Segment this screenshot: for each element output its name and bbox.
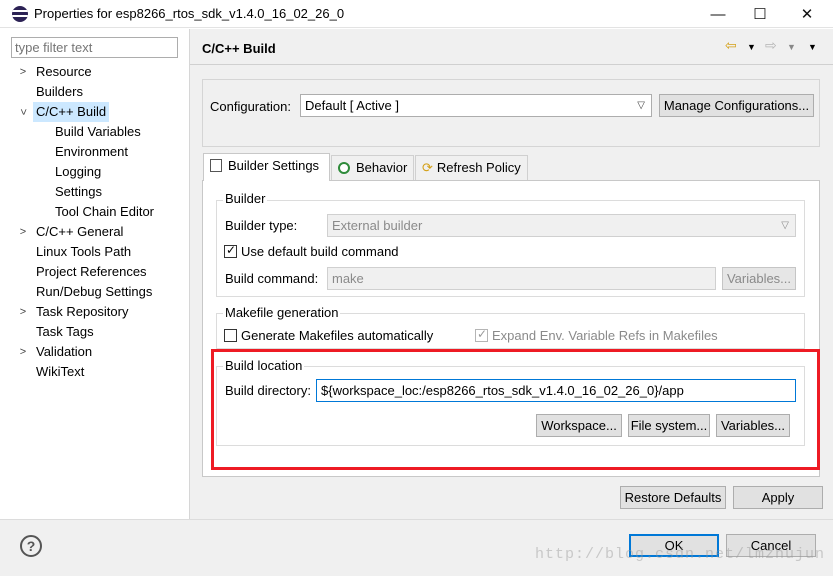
tree-item-validation[interactable]: > Validation (20, 342, 180, 362)
chevron-down-icon: ▽ (637, 100, 645, 111)
chevron-right-icon[interactable]: > (18, 62, 28, 82)
builder-type-value: External builder (332, 218, 423, 233)
tree-item-label: WikiText (36, 364, 85, 379)
tab-label: Refresh Policy (436, 160, 521, 175)
page-title: C/C++ Build (202, 41, 276, 56)
tree-item-label: Settings (55, 184, 102, 199)
generate-makefiles-checkbox[interactable] (224, 329, 237, 342)
expand-env-checkbox: ✓ (475, 327, 488, 342)
configuration-label: Configuration: (210, 99, 291, 114)
chevron-right-icon[interactable]: > (18, 302, 28, 322)
chevron-right-icon[interactable]: > (18, 342, 28, 362)
generate-makefiles-row: Generate Makefiles automatically (224, 328, 433, 343)
tree-item-label: Tool Chain Editor (55, 204, 154, 219)
apply-button[interactable]: Apply (733, 486, 823, 509)
tab-label: Builder Settings (228, 158, 320, 173)
tab-builder-settings[interactable]: Builder Settings (203, 153, 330, 181)
builder-type-select: External builder ▽ (327, 214, 796, 237)
tree-item-label: Project References (36, 264, 147, 279)
build-command-label: Build command: (225, 271, 319, 286)
back-dropdown-icon[interactable]: ▼ (747, 42, 756, 52)
tree-item-label: Validation (36, 344, 93, 359)
tree-item-label: Resource (36, 64, 92, 79)
configuration-value: Default [ Active ] (305, 98, 399, 113)
forward-arrow-icon[interactable]: ⇨ (765, 37, 777, 54)
tree-item-resource[interactable]: > Resource (20, 62, 180, 82)
tree-item-label: Task Tags (36, 324, 94, 339)
radio-icon (338, 162, 350, 174)
minimize-button[interactable]: — (695, 0, 741, 28)
forward-dropdown-icon[interactable]: ▼ (787, 42, 796, 52)
builder-group-label: Builder (223, 191, 268, 206)
view-menu-icon[interactable]: ▼ (808, 42, 817, 52)
highlight-annotation (211, 349, 820, 470)
check-icon: ✓ (226, 243, 237, 257)
tree-item-cpp-build[interactable]: C/C++ Build (33, 102, 110, 122)
chevron-right-icon[interactable]: > (18, 222, 28, 242)
tree-item-task-repository[interactable]: > Task Repository (20, 302, 180, 322)
makefile-group-label: Makefile generation (223, 305, 341, 320)
use-default-label: Use default build command (241, 244, 399, 259)
tree-item-builders[interactable]: Builders (36, 82, 83, 102)
tree-item-project-references[interactable]: Project References (36, 262, 147, 282)
tree-item-task-tags[interactable]: Task Tags (36, 322, 94, 342)
builder-variables-button: Variables... (722, 267, 796, 290)
generate-makefiles-label: Generate Makefiles automatically (241, 328, 434, 343)
tree-item-label: C/C++ General (36, 224, 124, 239)
eclipse-icon (12, 6, 28, 22)
tab-refresh-policy[interactable]: ⟳ Refresh Policy (415, 155, 528, 180)
window-title: Properties for esp8266_rtos_sdk_v1.4.0_1… (34, 6, 345, 21)
use-default-row: ✓ Use default build command (224, 243, 399, 259)
filter-input[interactable] (11, 37, 178, 58)
tree-item-label: C/C++ Build (36, 104, 107, 119)
tree-item-settings[interactable]: Settings (55, 182, 102, 202)
tree-item-cpp-general[interactable]: > C/C++ General (20, 222, 180, 242)
watermark: http://blog.csdn.net/lmzhujun (534, 546, 825, 563)
tree-item-linux-tools-path[interactable]: Linux Tools Path (36, 242, 131, 262)
check-icon: ✓ (477, 327, 488, 341)
tree-item-label: Run/Debug Settings (36, 284, 153, 299)
tree-item-environment[interactable]: Environment (55, 142, 128, 162)
chevron-down-icon[interactable]: > (13, 107, 33, 117)
tree-item-label: Task Repository (36, 304, 129, 319)
expand-env-label: Expand Env. Variable Refs in Makefiles (492, 328, 718, 343)
tree-item-logging[interactable]: Logging (55, 162, 101, 182)
maximize-button[interactable]: ☐ (737, 0, 783, 28)
builder-type-label: Builder type: (225, 218, 298, 233)
tree-item-label: Logging (55, 164, 102, 179)
tree-item-label: Linux Tools Path (36, 244, 132, 259)
tree-item-build-variables[interactable]: Build Variables (55, 122, 141, 142)
header-separator (190, 64, 833, 65)
expand-env-row: ✓ Expand Env. Variable Refs in Makefiles (475, 327, 718, 343)
tree-item-wikitext[interactable]: WikiText (36, 362, 84, 382)
manage-configurations-button[interactable]: Manage Configurations... (659, 94, 814, 117)
tree-item-run-debug-settings[interactable]: Run/Debug Settings (36, 282, 152, 302)
refresh-icon: ⟳ (422, 160, 433, 175)
title-bar: Properties for esp8266_rtos_sdk_v1.4.0_1… (0, 0, 833, 28)
tree-item-label: Build Variables (55, 124, 141, 139)
tree-item-label: Builders (36, 84, 83, 99)
tab-label: Behavior (356, 160, 408, 175)
tab-behavior[interactable]: Behavior (331, 155, 414, 180)
configuration-select[interactable]: Default [ Active ] ▽ (300, 94, 652, 117)
back-arrow-icon[interactable]: ⇦ (725, 37, 737, 54)
tree-item-label: Environment (55, 144, 128, 159)
chevron-down-icon: ▽ (781, 220, 789, 231)
tree-item-tool-chain-editor[interactable]: Tool Chain Editor (55, 202, 154, 222)
close-button[interactable]: ✕ (784, 0, 830, 28)
use-default-checkbox[interactable]: ✓ (224, 243, 237, 258)
help-icon[interactable]: ? (20, 535, 42, 557)
build-command-field: make (327, 267, 716, 290)
document-icon (210, 159, 222, 172)
restore-defaults-button[interactable]: Restore Defaults (620, 486, 726, 509)
